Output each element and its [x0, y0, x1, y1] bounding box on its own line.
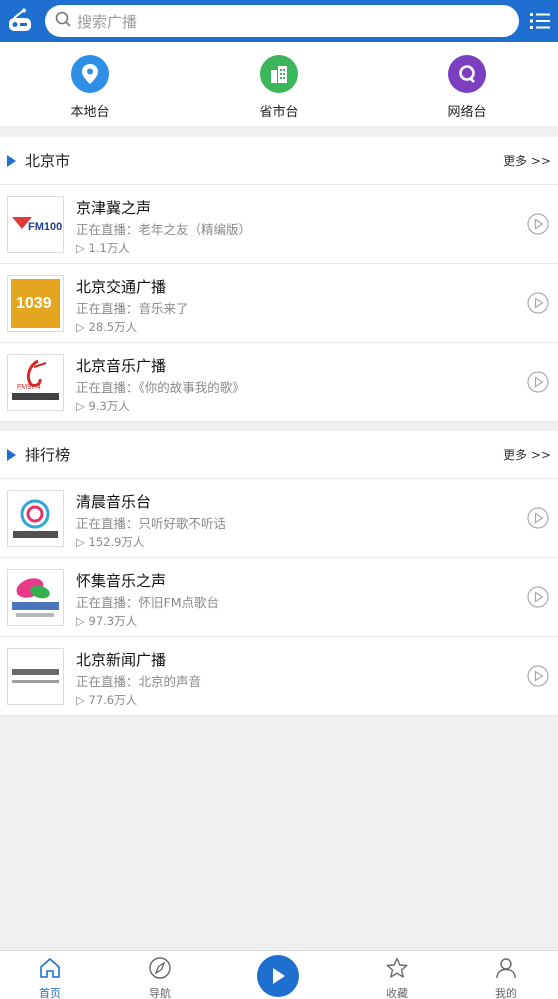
- category-label: 省市台: [259, 105, 299, 120]
- listener-count: ▷ 77.6万人: [76, 693, 138, 707]
- search-placeholder: 搜索广播: [77, 12, 138, 31]
- tab-home[interactable]: 首页: [20, 957, 80, 999]
- station-logo: FM100.6: [7, 196, 64, 253]
- station-title: 北京交通广播: [76, 278, 167, 296]
- section-title: 排行榜: [25, 446, 71, 464]
- station-live: 正在直播：音乐来了: [76, 301, 189, 316]
- triangle-marker-icon: [7, 448, 16, 461]
- play-circle-icon[interactable]: [527, 371, 549, 393]
- top-bar: 搜索广播: [0, 0, 558, 42]
- category-label: 本地台: [70, 105, 110, 120]
- listener-count: ▷ 97.3万人: [76, 614, 138, 628]
- tab-favorites[interactable]: 收藏: [367, 957, 427, 999]
- play-circle-icon[interactable]: [527, 213, 549, 235]
- station-row[interactable]: 清晨音乐台 正在直播：只听好歌不听话 ▷ 152.9万人: [0, 479, 558, 558]
- tab-navigation[interactable]: 导航: [130, 957, 190, 999]
- station-title: 北京音乐广播: [76, 357, 167, 375]
- station-row[interactable]: 1039 北京交通广播 正在直播：音乐来了 ▷ 28.5万人: [0, 264, 558, 343]
- list-menu-icon[interactable]: [529, 9, 551, 33]
- listener-count: ▷ 28.5万人: [76, 320, 138, 334]
- station-title: 清晨音乐台: [76, 493, 152, 511]
- category-province[interactable]: 省市台: [224, 55, 334, 120]
- category-network[interactable]: 网络台: [412, 55, 522, 120]
- tab-label: 收藏: [386, 987, 408, 999]
- station-title: 京津冀之声: [76, 199, 152, 217]
- section-beijing: 北京市 更多 >> FM100.6 京津冀之声 正在直播：老年之友（精编版） ▷…: [0, 137, 558, 422]
- play-circle-icon[interactable]: [527, 507, 549, 529]
- tab-label: 我的: [495, 987, 517, 999]
- listener-count: ▷ 1.1万人: [76, 241, 130, 255]
- station-logo: [7, 569, 64, 626]
- section-header: 北京市 更多 >>: [0, 137, 558, 185]
- listener-count: ▷ 9.3万人: [76, 399, 130, 413]
- compass-icon: [148, 957, 172, 983]
- station-logo: FM97.4: [7, 354, 64, 411]
- svg-text:FM100.6: FM100.6: [28, 221, 63, 233]
- network-icon: [448, 55, 486, 93]
- station-row[interactable]: 怀集音乐之声 正在直播：怀旧FM点歌台 ▷ 97.3万人: [0, 558, 558, 637]
- tab-label: 导航: [149, 987, 171, 999]
- user-icon: [494, 958, 518, 983]
- building-icon: [260, 55, 298, 93]
- play-circle-icon[interactable]: [527, 586, 549, 608]
- search-input[interactable]: 搜索广播: [45, 5, 519, 37]
- category-label: 网络台: [447, 105, 487, 120]
- star-icon: [385, 957, 409, 983]
- station-logo: [7, 490, 64, 547]
- station-live: 正在直播：《你的故事我的歌》: [76, 380, 245, 395]
- bottom-tab-bar: 首页 导航 收藏 我的: [0, 950, 558, 999]
- triangle-marker-icon: [7, 154, 16, 167]
- more-link[interactable]: 更多 >>: [503, 446, 551, 463]
- station-row[interactable]: FM100.6 京津冀之声 正在直播：老年之友（精编版） ▷ 1.1万人: [0, 185, 558, 264]
- station-logo: [7, 648, 64, 705]
- svg-text:FM97.4: FM97.4: [17, 384, 41, 391]
- location-pin-icon: [71, 55, 109, 93]
- listener-count: ▷ 152.9万人: [76, 535, 145, 549]
- play-circle-icon[interactable]: [527, 665, 549, 687]
- radio-logo-icon[interactable]: [0, 0, 40, 42]
- station-live: 正在直播：只听好歌不听话: [76, 516, 227, 531]
- station-live: 正在直播：北京的声音: [76, 674, 202, 689]
- section-header: 排行榜 更多 >>: [0, 431, 558, 479]
- station-logo: 1039: [7, 275, 64, 332]
- station-row[interactable]: FM97.4 北京音乐广播 正在直播：《你的故事我的歌》 ▷ 9.3万人: [0, 343, 558, 422]
- category-nav: 本地台 省市台 网络台: [0, 42, 558, 126]
- station-live: 正在直播：老年之友（精编版）: [76, 222, 252, 237]
- tab-label: 首页: [39, 987, 61, 999]
- station-title: 怀集音乐之声: [76, 572, 167, 590]
- svg-text:1039: 1039: [16, 295, 52, 312]
- category-local[interactable]: 本地台: [35, 55, 145, 120]
- search-icon: [55, 11, 71, 31]
- section-title: 北京市: [25, 152, 71, 170]
- tab-profile[interactable]: 我的: [476, 957, 536, 999]
- station-row[interactable]: 北京新闻广播 正在直播：北京的声音 ▷ 77.6万人: [0, 637, 558, 716]
- play-circle-icon[interactable]: [527, 292, 549, 314]
- section-rank: 排行榜 更多 >> 清晨音乐台 正在直播：只听好歌不听话 ▷ 152.9万人 怀…: [0, 431, 558, 716]
- more-link[interactable]: 更多 >>: [503, 152, 551, 169]
- home-icon: [38, 958, 62, 983]
- station-live: 正在直播：怀旧FM点歌台: [76, 595, 219, 610]
- station-title: 北京新闻广播: [76, 651, 167, 669]
- play-button[interactable]: [257, 955, 299, 997]
